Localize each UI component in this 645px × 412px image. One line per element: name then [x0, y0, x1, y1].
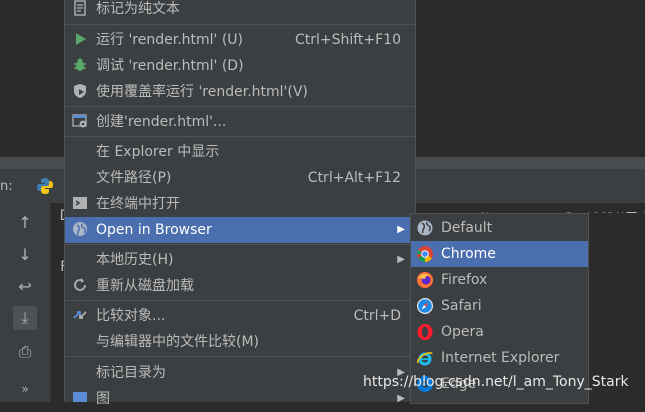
- firefox-icon: [416, 271, 434, 289]
- menu-item-reload-from-disk[interactable]: 重新从磁盘加载: [65, 273, 415, 299]
- menu-item-mark-plain-text[interactable]: 标记为纯文本: [65, 0, 415, 22]
- menu-separator: [65, 136, 415, 137]
- menu-item-open-in-browser[interactable]: Open in Browser ▶: [65, 217, 415, 243]
- menu-item-local-history[interactable]: 本地历史(H) ▶: [65, 247, 415, 273]
- menu-separator: [65, 356, 415, 357]
- menu-item-create-config[interactable]: 创建'render.html'...: [65, 109, 415, 135]
- menu-item-show-in-explorer[interactable]: 在 Explorer 中显示: [65, 139, 415, 165]
- submenu-arrow-icon: ▶: [397, 224, 405, 235]
- bug-icon: [71, 57, 89, 75]
- menu-item-compare-with[interactable]: 比较对象... Ctrl+D: [65, 303, 415, 329]
- run-panel-label: n:: [0, 179, 13, 194]
- submenu-item-default[interactable]: Default: [411, 215, 588, 241]
- globe-icon: [416, 219, 434, 237]
- compare-arrows-icon: [71, 307, 89, 325]
- globe-icon: [71, 221, 89, 239]
- python-icon[interactable]: [36, 177, 54, 195]
- submenu-arrow-icon: ▶: [397, 254, 405, 265]
- menu-item-run-with-coverage[interactable]: 使用覆盖率运行 'render.html'(V): [65, 79, 415, 105]
- coverage-shield-icon: [71, 83, 89, 101]
- scroll-to-end-icon[interactable]: ⤓: [13, 306, 37, 330]
- menu-item-run[interactable]: 运行 'render.html' (U) Ctrl+Shift+F10: [65, 27, 415, 53]
- down-arrow-icon[interactable]: ↓: [13, 243, 37, 267]
- menu-item-open-in-terminal[interactable]: 在终端中打开: [65, 191, 415, 217]
- submenu-item-safari[interactable]: Safari: [411, 293, 588, 319]
- submenu-item-internet-explorer[interactable]: Internet Explorer: [411, 345, 588, 371]
- opera-icon: [416, 323, 434, 341]
- menu-separator: [65, 24, 415, 25]
- reload-icon: [71, 277, 89, 295]
- menu-separator: [65, 106, 415, 107]
- up-arrow-icon[interactable]: ↑: [13, 211, 37, 235]
- chrome-icon: [416, 245, 434, 263]
- watermark-url: https://blog.csdn.net/l_am_Tony_Stark: [363, 374, 629, 390]
- submenu-item-firefox[interactable]: Firefox: [411, 267, 588, 293]
- soft-wrap-icon[interactable]: ↩: [13, 275, 37, 299]
- menu-item-compare-with-editor[interactable]: 与编辑器中的文件比较(M): [65, 329, 415, 355]
- context-menu: 标记为纯文本 运行 'render.html' (U) Ctrl+Shift+F…: [64, 0, 416, 407]
- safari-icon: [416, 297, 434, 315]
- menu-item-file-path[interactable]: 文件路径(P) Ctrl+Alt+F12: [65, 165, 415, 191]
- menu-item-debug[interactable]: 调试 'render.html' (D): [65, 53, 415, 79]
- submenu-item-opera[interactable]: Opera: [411, 319, 588, 345]
- menu-separator: [65, 300, 415, 301]
- internet-explorer-icon: [416, 349, 434, 367]
- more-chevron-icon[interactable]: »: [13, 377, 37, 401]
- editor-area-right: [413, 0, 645, 157]
- text-file-icon: [71, 0, 89, 18]
- print-icon[interactable]: ⎙: [13, 340, 37, 364]
- run-triangle-icon: [71, 31, 89, 49]
- submenu-item-chrome[interactable]: Chrome: [411, 241, 588, 267]
- run-panel-toolbar: ↑ ↓ ↩ ⤓ ⎙ »: [0, 203, 51, 402]
- diagram-icon: [71, 390, 89, 408]
- create-config-icon: [71, 113, 89, 131]
- menu-separator: [65, 244, 415, 245]
- terminal-icon: [71, 195, 89, 213]
